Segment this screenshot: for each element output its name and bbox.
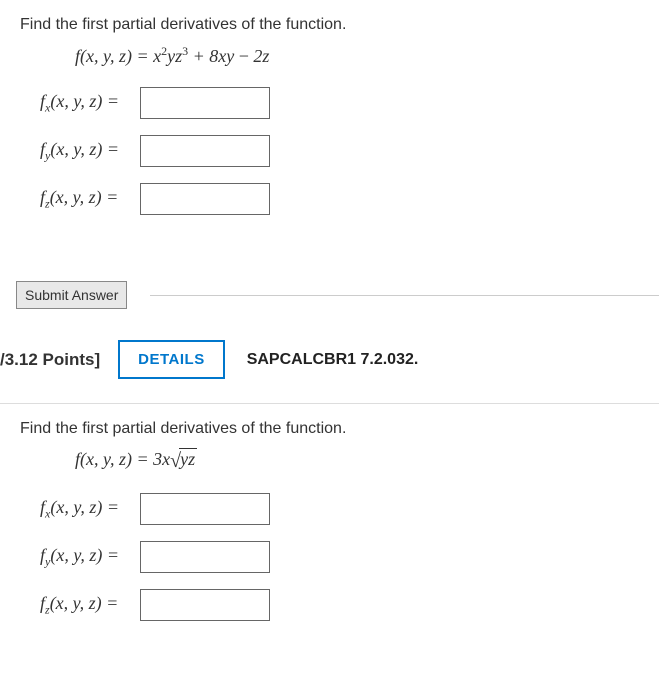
details-button[interactable]: DETAILS bbox=[118, 340, 225, 379]
input-fy[interactable] bbox=[140, 541, 270, 573]
input-fy[interactable] bbox=[140, 135, 270, 167]
function-equation: f(x, y, z) = 3x√yz bbox=[75, 448, 639, 473]
input-fz[interactable] bbox=[140, 183, 270, 215]
answer-row-fz: fz(x, y, z) = bbox=[20, 589, 639, 621]
answer-row-fy: fy(x, y, z) = bbox=[20, 541, 639, 573]
answer-row-fx: fx(x, y, z) = bbox=[20, 87, 639, 119]
input-fz[interactable] bbox=[140, 589, 270, 621]
label-fx: fx(x, y, z) = bbox=[20, 497, 140, 522]
label-fy: fy(x, y, z) = bbox=[20, 545, 140, 570]
question-1: Find the first partial derivatives of th… bbox=[0, 0, 659, 251]
label-fy: fy(x, y, z) = bbox=[20, 139, 140, 164]
label-fx: fx(x, y, z) = bbox=[20, 91, 140, 116]
answer-row-fy: fy(x, y, z) = bbox=[20, 135, 639, 167]
question-header: /3.12 Points] DETAILS SAPCALCBR1 7.2.032… bbox=[0, 296, 659, 404]
instruction-text: Find the first partial derivatives of th… bbox=[20, 420, 639, 438]
submit-button[interactable]: Submit Answer bbox=[16, 281, 127, 309]
answer-row-fz: fz(x, y, z) = bbox=[20, 183, 639, 215]
input-fx[interactable] bbox=[140, 493, 270, 525]
answer-row-fx: fx(x, y, z) = bbox=[20, 493, 639, 525]
input-fx[interactable] bbox=[140, 87, 270, 119]
book-reference: SAPCALCBR1 7.2.032. bbox=[247, 351, 419, 369]
function-equation: f(x, y, z) = x2yz3 + 8xy − 2z bbox=[75, 44, 639, 67]
instruction-text: Find the first partial derivatives of th… bbox=[20, 16, 639, 34]
label-fz: fz(x, y, z) = bbox=[20, 187, 140, 212]
label-fz: fz(x, y, z) = bbox=[20, 593, 140, 618]
question-2: Find the first partial derivatives of th… bbox=[0, 404, 659, 657]
points-label: /3.12 Points] bbox=[0, 350, 100, 370]
